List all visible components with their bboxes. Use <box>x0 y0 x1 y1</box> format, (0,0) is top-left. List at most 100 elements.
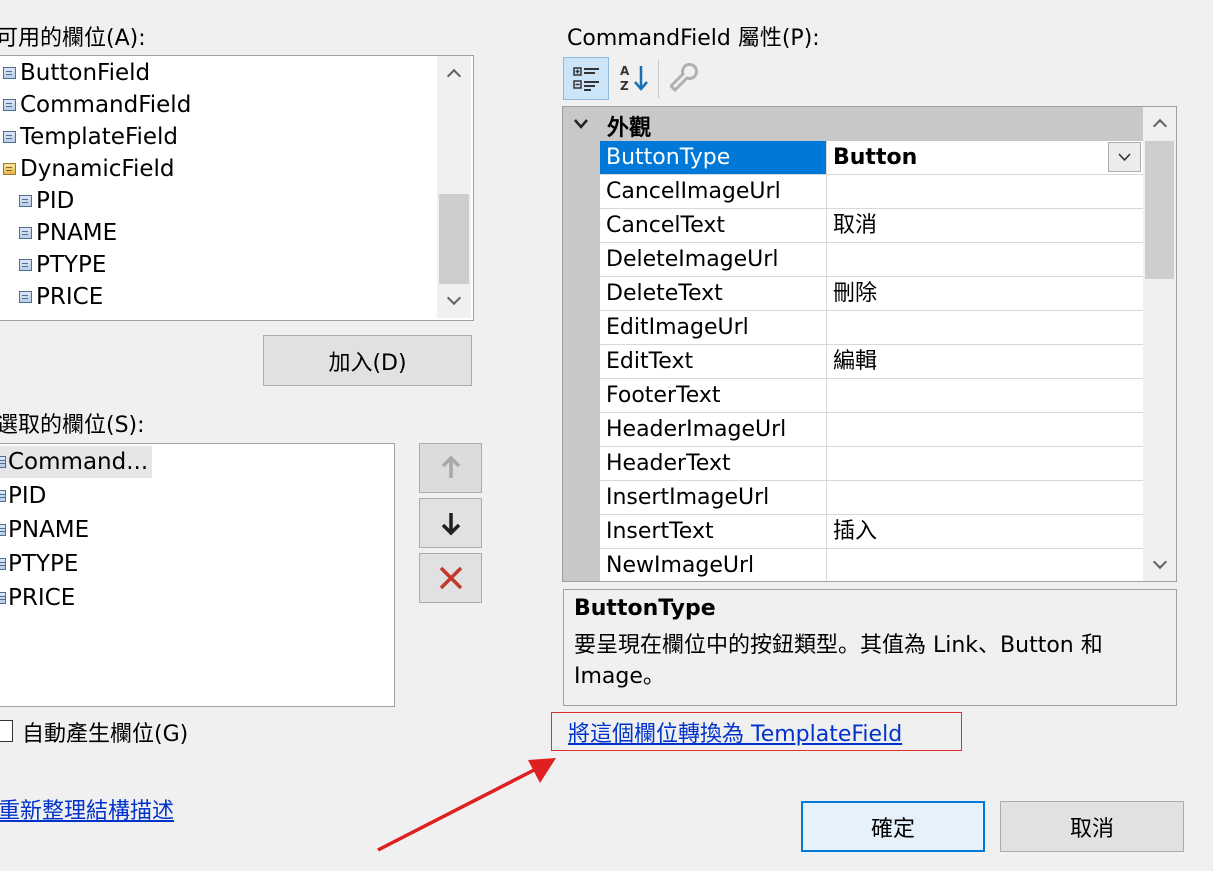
available-field-item[interactable]: DynamicField <box>3 153 175 185</box>
selected-fields-list[interactable]: Command... PID PNAME PTYPE PRICE <box>0 443 395 707</box>
property-row[interactable]: HeaderImageUrl <box>600 413 1143 447</box>
property-row[interactable]: CancelText 取消 <box>600 209 1143 243</box>
property-value[interactable] <box>827 175 1143 208</box>
available-field-label: PID <box>36 188 75 214</box>
categorized-button[interactable] <box>563 57 609 100</box>
field-icon <box>0 558 6 570</box>
available-field-item[interactable]: PRICE <box>19 281 103 313</box>
add-button[interactable]: 加入(D) <box>263 335 472 386</box>
alphabetical-icon: A Z <box>620 64 648 93</box>
property-value[interactable] <box>827 481 1143 514</box>
selected-field-item[interactable]: PID <box>0 480 46 512</box>
field-icon <box>3 99 16 111</box>
available-fields-scrollbar[interactable] <box>437 56 471 318</box>
dropdown-button[interactable] <box>1108 142 1141 172</box>
property-name[interactable]: EditImageUrl <box>600 311 827 344</box>
property-name[interactable]: CancelText <box>600 209 827 242</box>
move-down-button[interactable] <box>419 498 482 548</box>
arrow-up-icon <box>441 455 460 478</box>
property-value[interactable] <box>827 413 1143 446</box>
property-grid-scrollbar[interactable] <box>1143 107 1176 581</box>
selected-field-item[interactable]: Command... <box>0 446 153 478</box>
selected-field-label: PTYPE <box>8 551 79 577</box>
svg-text:Z: Z <box>620 79 629 93</box>
cancel-button[interactable]: 取消 <box>1000 801 1184 852</box>
scroll-up-arrow-icon[interactable] <box>1143 107 1176 141</box>
description-text: 要呈現在欄位中的按鈕類型。其值為 Link、Button 和 Image。 <box>574 633 1103 689</box>
move-up-button[interactable] <box>419 443 482 493</box>
property-pages-button[interactable] <box>664 57 708 100</box>
property-name[interactable]: HeaderText <box>600 447 827 480</box>
property-value[interactable] <box>827 379 1143 412</box>
category-label: 外觀 <box>607 116 652 141</box>
property-name[interactable]: ButtonType <box>600 141 827 174</box>
available-field-item[interactable]: CommandField <box>3 89 191 121</box>
property-name[interactable]: InsertText <box>600 515 827 548</box>
available-field-item[interactable]: PTYPE <box>19 249 106 281</box>
scroll-up-arrow-icon[interactable] <box>437 56 471 92</box>
available-fields-tree[interactable]: ButtonField CommandField TemplateField Dyna… <box>0 55 474 321</box>
available-field-item[interactable]: PNAME <box>19 217 117 249</box>
delete-x-icon <box>439 566 462 590</box>
property-value[interactable]: 插入 <box>827 515 1143 548</box>
property-name[interactable]: DeleteText <box>600 277 827 310</box>
category-row[interactable]: 外觀 <box>563 107 1143 141</box>
auto-generate-checkbox[interactable] <box>0 720 13 742</box>
toolbar-separator <box>658 60 659 98</box>
selected-field-item[interactable]: PTYPE <box>0 548 78 580</box>
field-icon <box>0 524 6 536</box>
property-value[interactable] <box>827 311 1143 344</box>
property-row[interactable]: HeaderText <box>600 447 1143 481</box>
available-field-label: DynamicField <box>20 156 175 182</box>
bound-field-icon <box>19 291 32 303</box>
convert-to-templatefield-link[interactable]: 將這個欄位轉換為 TemplateField <box>568 716 902 748</box>
arrow-down-icon <box>441 513 460 536</box>
scroll-down-arrow-icon[interactable] <box>437 282 471 318</box>
selected-field-item[interactable]: PNAME <box>0 514 89 546</box>
property-row[interactable]: DeleteText 刪除 <box>600 277 1143 311</box>
scroll-thumb[interactable] <box>439 194 469 284</box>
available-field-label: TemplateField <box>20 124 179 150</box>
alphabetical-button[interactable]: A Z <box>612 57 656 100</box>
property-row[interactable]: InsertImageUrl <box>600 481 1143 515</box>
property-row[interactable]: FooterText <box>600 379 1143 413</box>
scroll-down-arrow-icon[interactable] <box>1143 547 1176 581</box>
refresh-schema-link[interactable]: 重新整理結構描述 <box>0 793 174 825</box>
property-name[interactable]: FooterText <box>600 379 827 412</box>
available-field-item[interactable]: ButtonField <box>3 57 150 89</box>
property-value[interactable] <box>827 243 1143 276</box>
property-row[interactable]: EditImageUrl <box>600 311 1143 345</box>
property-row[interactable]: CancelImageUrl <box>600 175 1143 209</box>
scroll-thumb[interactable] <box>1145 141 1174 279</box>
property-name[interactable]: CancelImageUrl <box>600 175 827 208</box>
selected-field-label: PID <box>8 483 47 509</box>
property-value[interactable]: 刪除 <box>827 277 1143 310</box>
property-value[interactable] <box>827 447 1143 480</box>
chevron-down-icon[interactable] <box>573 118 589 130</box>
property-row[interactable]: DeleteImageUrl <box>600 243 1143 277</box>
ok-button[interactable]: 確定 <box>801 801 985 852</box>
property-name[interactable]: DeleteImageUrl <box>600 243 827 276</box>
svg-text:A: A <box>620 64 630 78</box>
property-value[interactable] <box>827 549 1143 581</box>
property-row[interactable]: ButtonType Button <box>600 141 1143 175</box>
delete-field-button[interactable] <box>419 553 482 603</box>
property-name[interactable]: NewImageUrl <box>600 549 827 581</box>
available-field-item[interactable]: TemplateField <box>3 121 178 153</box>
property-value[interactable]: Button <box>827 141 1143 174</box>
property-value[interactable]: 編輯 <box>827 345 1143 378</box>
property-name[interactable]: EditText <box>600 345 827 378</box>
property-name[interactable]: HeaderImageUrl <box>600 413 827 446</box>
property-value[interactable]: 取消 <box>827 209 1143 242</box>
bound-field-icon <box>19 195 32 207</box>
field-icon <box>0 456 6 468</box>
property-row[interactable]: NewImageUrl <box>600 549 1143 581</box>
auto-generate-label[interactable]: 自動產生欄位(G) <box>22 716 188 748</box>
property-grid[interactable]: 外觀 ButtonType Button CancelImageUrl CancelT… <box>562 106 1177 582</box>
property-row[interactable]: InsertText 插入 <box>600 515 1143 549</box>
available-field-item[interactable]: PID <box>19 185 74 217</box>
selected-field-item[interactable]: PRICE <box>0 582 75 614</box>
property-row[interactable]: EditText 編輯 <box>600 345 1143 379</box>
property-name[interactable]: InsertImageUrl <box>600 481 827 514</box>
available-field-label: CommandField <box>20 92 192 118</box>
